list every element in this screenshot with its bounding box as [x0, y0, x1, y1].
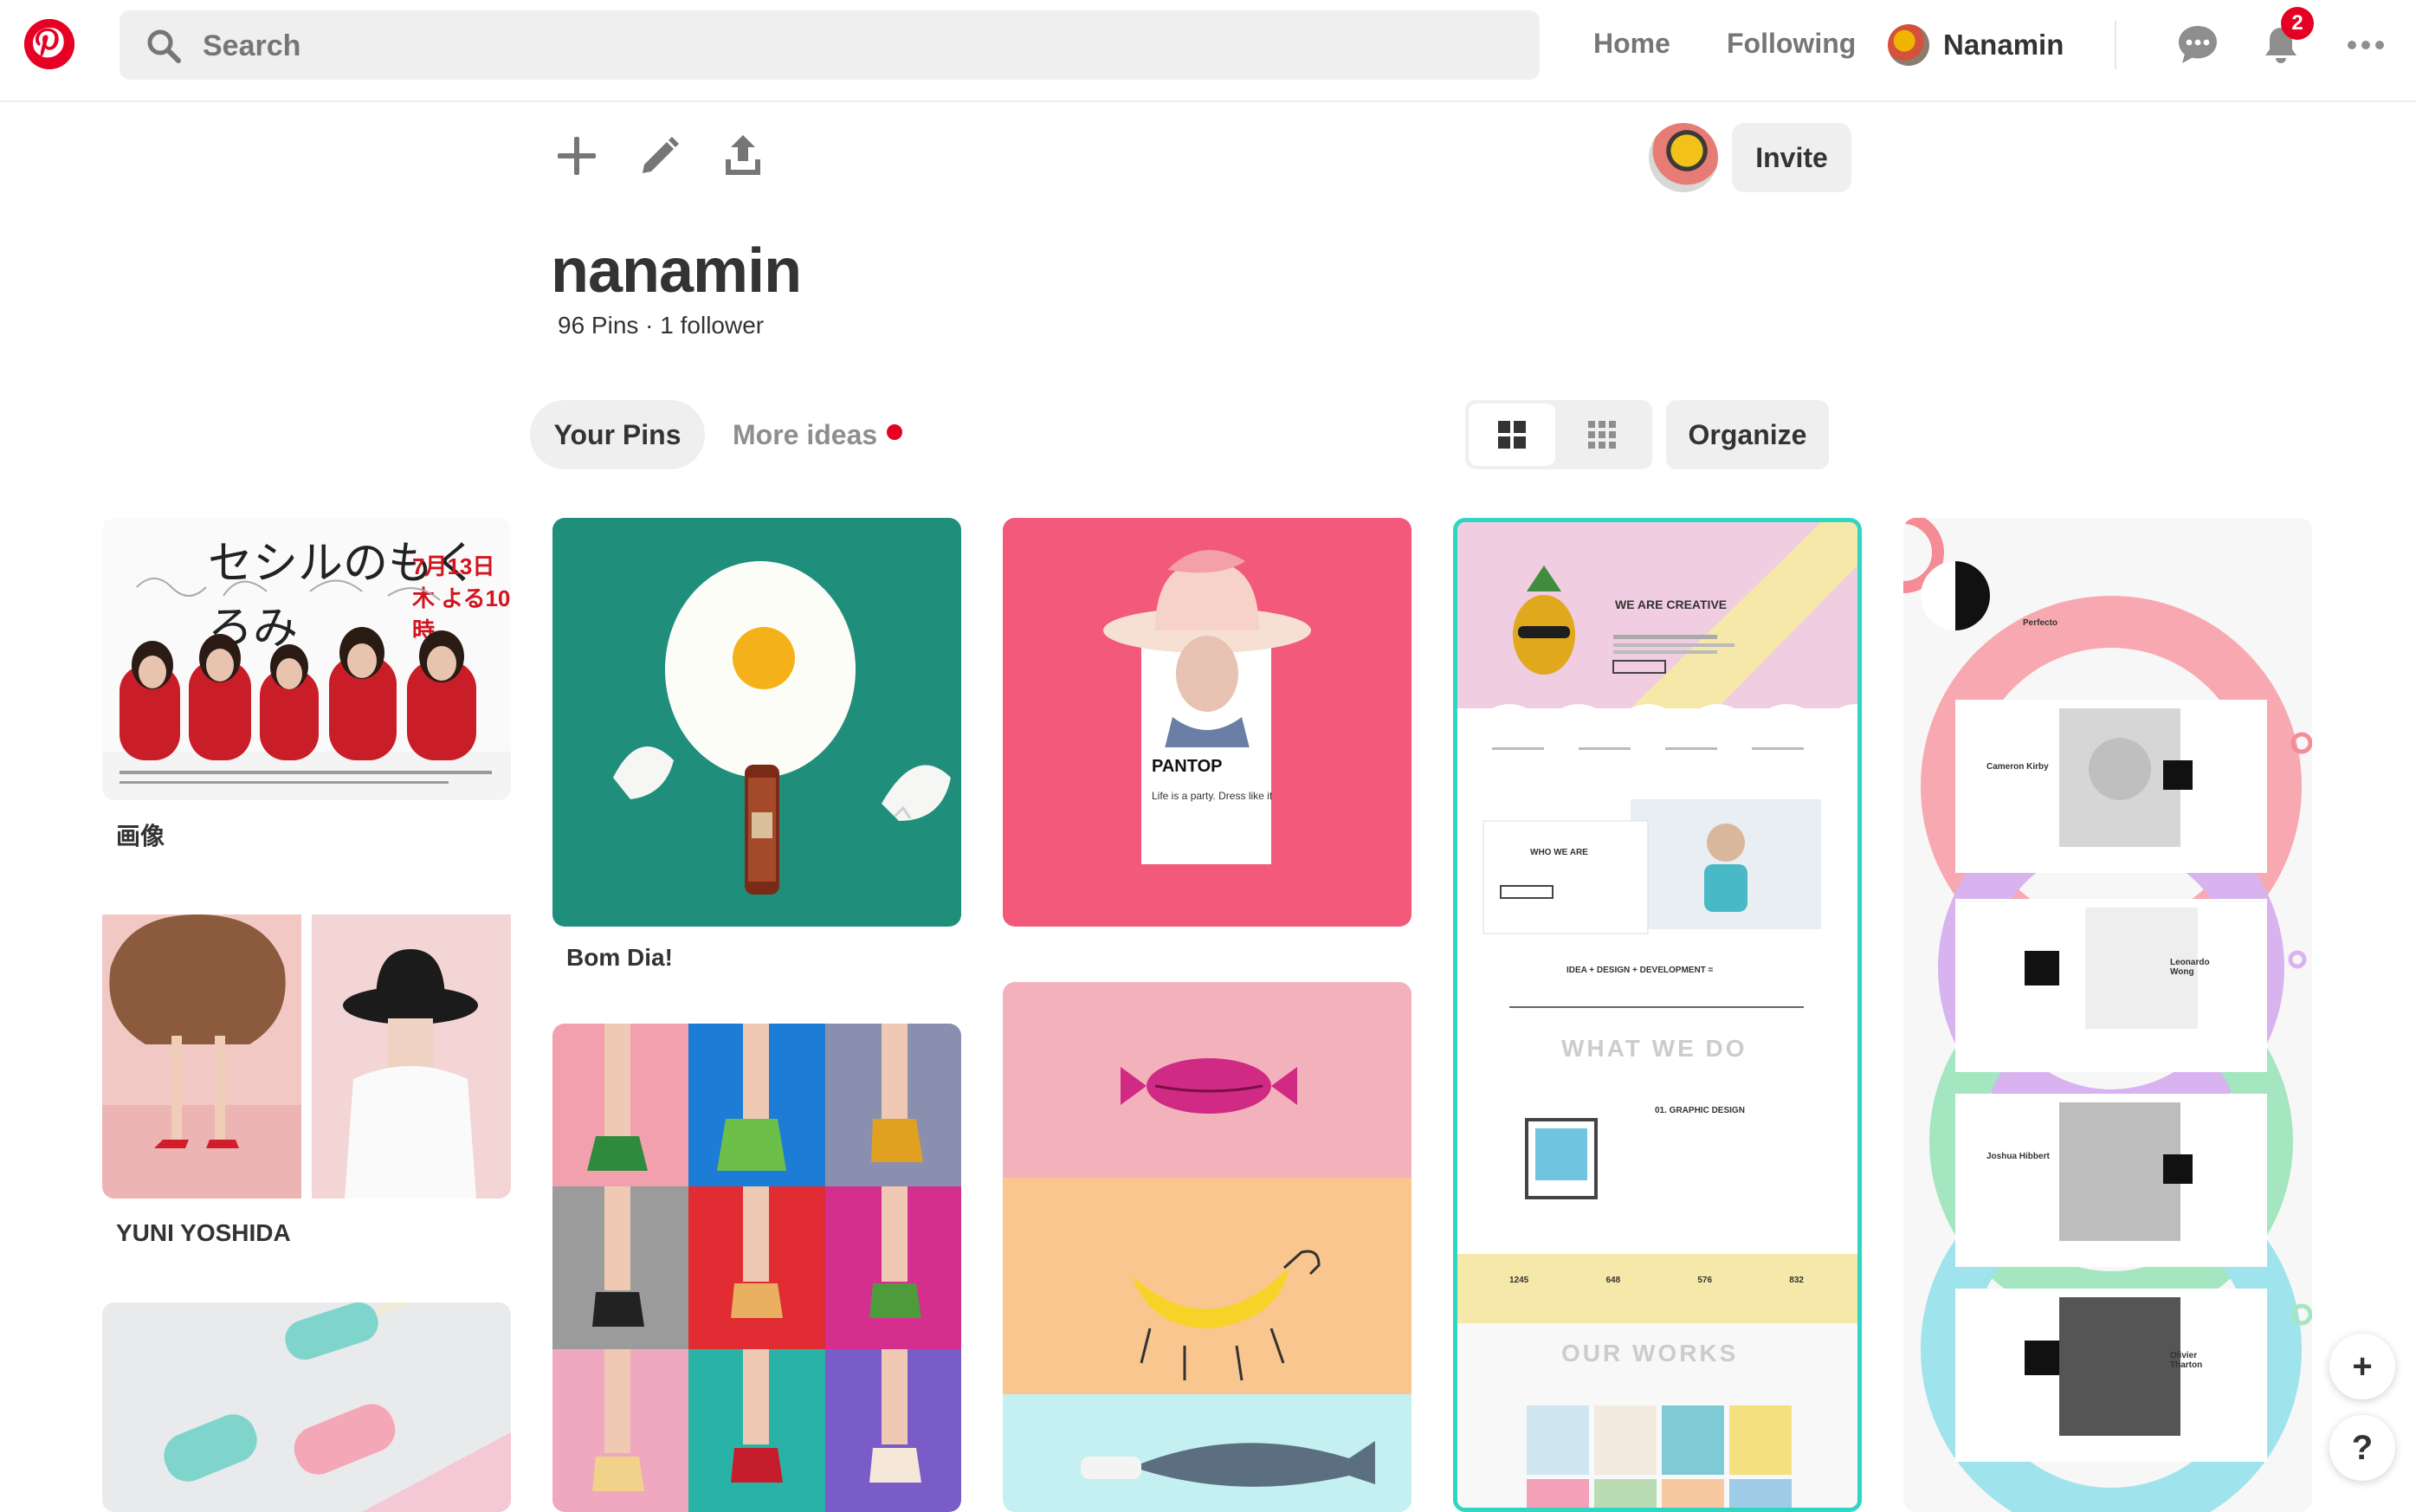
pin-site-stats: 1245 648 576 832	[1509, 1276, 1804, 1285]
pin-card[interactable]: PANTOP Life is a party. Dress like it	[1003, 518, 1411, 927]
collaborator-avatar[interactable]	[1649, 123, 1718, 192]
pin-site-stat: 648	[1605, 1276, 1621, 1285]
pin-card-selected[interactable]: WE ARE CREATIVE WHO WE ARE IDEA + DESIGN…	[1453, 518, 1862, 1512]
search-input[interactable]: Search	[203, 29, 300, 63]
grid-large-icon	[1498, 421, 1526, 449]
pin-site-who: WHO WE ARE	[1530, 848, 1588, 857]
pin-card[interactable]	[552, 1024, 961, 1512]
grid-compact-icon[interactable]	[1587, 420, 1617, 449]
pin-hat-art	[1103, 550, 1311, 864]
pin-site-tagline: IDEA + DESIGN + DEVELOPMENT =	[1567, 966, 1714, 975]
board-meta: 96 Pins · 1 follower	[558, 312, 765, 339]
pin-card-title: PANTOP	[1152, 757, 1223, 776]
view-toggle	[1465, 400, 1652, 469]
header-divider	[2115, 21, 2116, 69]
pin-portfolio-person: Leonardo Wong	[2170, 958, 2210, 977]
pin-portfolio-person: Joshua Hibbert	[1986, 1152, 2050, 1161]
tab-more-ideas[interactable]: More ideas	[733, 419, 877, 451]
pin-site-graphic: 01. GRAPHIC DESIGN	[1655, 1106, 1745, 1115]
organize-button[interactable]: Organize	[1666, 400, 1829, 469]
pin-card[interactable]	[552, 518, 961, 927]
pin-card[interactable]	[102, 906, 511, 1199]
more-icon[interactable]	[2343, 23, 2388, 68]
pin-caption[interactable]: Bom Dia!	[566, 944, 673, 972]
search-icon	[147, 29, 181, 63]
pin-caption[interactable]: 画像	[116, 817, 165, 852]
pin-caption[interactable]: YUNI YOSHIDA	[116, 1219, 291, 1247]
pin-site-stat: 832	[1789, 1276, 1804, 1285]
pin-card[interactable]	[102, 1302, 511, 1512]
pin-site-works: OUR WORKS	[1561, 1340, 1739, 1367]
pin-portfolio-person: Cameron Kirby	[1986, 762, 2049, 772]
nav-profile-link[interactable]: Nanamin	[1888, 21, 2064, 69]
pin-portfolio-art	[1903, 518, 2312, 1512]
pin-card[interactable]: Perfecto Cameron Kirby Leonardo Wong Jos…	[1903, 518, 2312, 1512]
pin-portfolio-brand: Perfecto	[2023, 618, 2058, 628]
share-icon[interactable]	[717, 130, 769, 182]
pin-shoes-art	[552, 1024, 961, 1512]
pin-portfolio-person: Olivier Tharton	[2170, 1351, 2203, 1370]
add-pin-button[interactable]: +	[2329, 1334, 2395, 1399]
plus-icon[interactable]	[551, 130, 603, 182]
avatar	[1888, 24, 1929, 66]
top-nav: Search Home Following Nanamin 2	[0, 0, 2416, 102]
nav-home-link[interactable]: Home	[1593, 28, 1670, 60]
nav-following-link[interactable]: Following	[1727, 28, 1856, 60]
new-ideas-dot	[887, 424, 902, 440]
board-title: nanamin	[551, 236, 802, 306]
invite-button[interactable]: Invite	[1732, 123, 1851, 192]
pinterest-logo-icon[interactable]	[24, 19, 74, 69]
pin-yuni-art	[102, 914, 511, 1199]
pin-card-subtitle: Life is a party. Dress like it	[1152, 790, 1273, 802]
pin-site-stat: 576	[1697, 1276, 1713, 1285]
pin-fruit-art	[1003, 982, 1411, 1512]
pin-site-stat: 1245	[1509, 1276, 1529, 1285]
pin-icepop-art	[164, 1302, 511, 1512]
pin-card[interactable]: セシルのもくろみ 7月13日木 よる10時	[102, 518, 511, 800]
pin-card[interactable]	[1003, 982, 1411, 1512]
search-bar[interactable]: Search	[120, 10, 1540, 80]
profile-name: Nanamin	[1943, 29, 2064, 61]
notification-badge: 2	[2281, 7, 2314, 40]
pin-site-hero: WE ARE CREATIVE	[1615, 598, 1728, 611]
pin-pingpong-art	[613, 561, 951, 895]
pin-poster-art	[102, 578, 511, 800]
pin-site-what: WHAT WE DO	[1561, 1035, 1747, 1062]
help-button[interactable]: ?	[2329, 1415, 2395, 1481]
chat-icon[interactable]	[2175, 23, 2220, 68]
pencil-icon[interactable]	[634, 130, 686, 182]
tab-your-pins[interactable]: Your Pins	[530, 400, 705, 469]
